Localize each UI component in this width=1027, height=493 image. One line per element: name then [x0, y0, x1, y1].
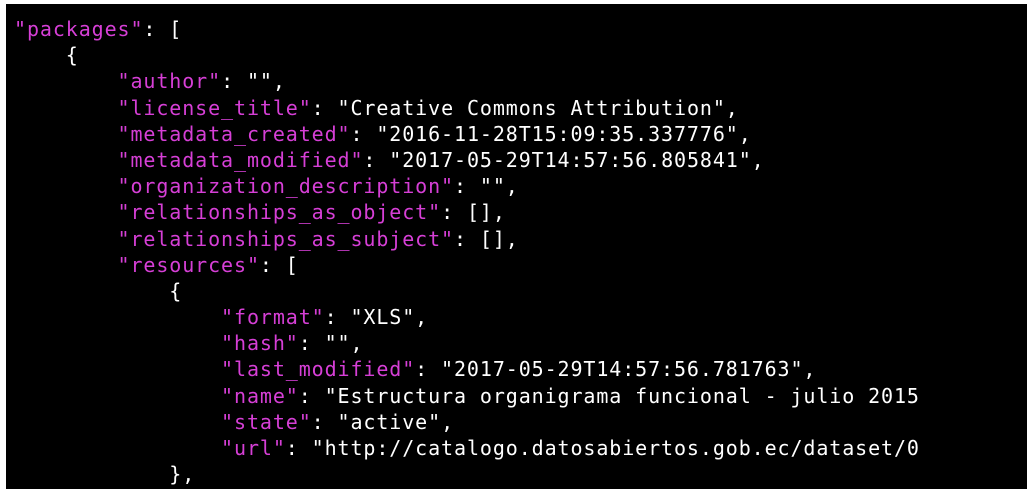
- code-line-state: "state": "active",: [14, 409, 1027, 435]
- json-key: "state": [14, 409, 312, 434]
- json-value: : "",: [221, 69, 286, 94]
- json-key: "resources": [14, 252, 260, 277]
- code-line-resources: "resources": [: [14, 252, 1027, 278]
- json-key: "url": [14, 436, 286, 460]
- json-value: : "active",: [311, 409, 455, 434]
- terminal-window: "packages": [ { "author": "", "license_t…: [6, 4, 1027, 489]
- json-value: : "XLS",: [324, 305, 429, 330]
- json-key: "last_modified": [14, 357, 416, 382]
- code-line-last-modified: "last_modified": "2017-05-29T14:57:56.78…: [14, 356, 1027, 382]
- json-key: "hash": [14, 331, 299, 356]
- json-key: "relationships_as_subject": [14, 226, 454, 251]
- code-line-open-brace: {: [14, 42, 1027, 68]
- code-line-license-title: "license_title": "Creative Commons Attri…: [14, 95, 1027, 121]
- code-line-relationships-as-subject: "relationships_as_subject": [],: [14, 226, 1027, 252]
- code-line-metadata-modified: "metadata_modified": "2017-05-29T14:57:5…: [14, 147, 1027, 173]
- json-key: "metadata_created": [14, 121, 351, 146]
- code-line-format: "format": "XLS",: [14, 304, 1027, 330]
- json-punctuation: {: [14, 278, 183, 303]
- code-line-url: "url": "http://catalogo.datosabiertos.go…: [14, 435, 1027, 461]
- json-key: "packages": [14, 17, 144, 41]
- code-line-packages: "packages": [: [14, 16, 1027, 42]
- json-value: : "2016-11-28T15:09:35.337776",: [350, 121, 752, 146]
- code-line-author: "author": "",: [14, 68, 1027, 94]
- code-line-name: "name": "Estructura organigrama funciona…: [14, 383, 1027, 409]
- code-line-resource-open-brace: {: [14, 278, 1027, 304]
- json-value: : "",: [298, 331, 364, 356]
- json-key: "author": [14, 69, 222, 94]
- json-value: : "2017-05-29T14:57:56.781763",: [415, 357, 817, 382]
- screenshot-frame: "packages": [ { "author": "", "license_t…: [0, 0, 1027, 493]
- json-key: "license_title": [14, 95, 312, 120]
- json-key: "format": [14, 305, 325, 330]
- code-line-metadata-created: "metadata_created": "2016-11-28T15:09:35…: [14, 121, 1027, 147]
- code-line-resource-close-brace: },: [14, 461, 1027, 487]
- json-punctuation: },: [14, 462, 196, 487]
- json-value: : "Creative Commons Attribution",: [311, 95, 739, 120]
- json-value: : "",: [454, 174, 519, 199]
- json-value: : [],: [441, 200, 506, 225]
- code-line-organization-description: "organization_description": "",: [14, 173, 1027, 199]
- json-value: : [: [259, 252, 299, 277]
- json-value: : [],: [454, 226, 519, 251]
- json-value: : "http://catalogo.datosabiertos.gob.ec/…: [285, 436, 920, 460]
- json-code-view: "packages": [ { "author": "", "license_t…: [14, 16, 1027, 487]
- json-key: "metadata_modified": [14, 147, 364, 172]
- code-line-relationships-as-object: "relationships_as_object": [],: [14, 199, 1027, 225]
- json-key: "name": [14, 383, 299, 408]
- json-value: : "Estructura organigrama funcional - ju…: [298, 383, 920, 408]
- json-punctuation: {: [14, 43, 79, 68]
- json-key: "organization_description": [14, 174, 454, 199]
- json-key: "relationships_as_object": [14, 200, 442, 225]
- json-value: : "2017-05-29T14:57:56.805841",: [363, 147, 765, 172]
- json-value: : [: [143, 17, 183, 41]
- code-line-hash: "hash": "",: [14, 330, 1027, 356]
